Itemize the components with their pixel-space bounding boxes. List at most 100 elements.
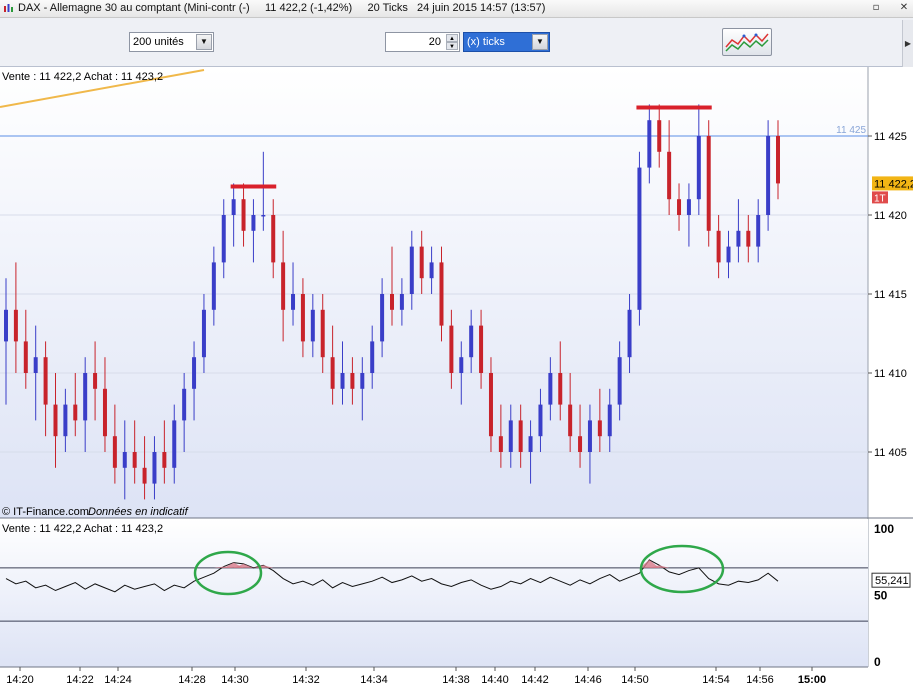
candle-down bbox=[449, 325, 454, 373]
window-title: DAX - Allemagne 30 au comptant (Mini-con… bbox=[18, 2, 546, 14]
candle-up bbox=[182, 388, 187, 421]
tick-mode-select[interactable]: (x) ticks ▼ bbox=[463, 32, 550, 52]
candle-up bbox=[83, 373, 88, 421]
candle-down bbox=[390, 294, 394, 310]
indicator-value: 55,241 bbox=[875, 575, 909, 587]
spin-up-icon[interactable]: ▲ bbox=[446, 34, 458, 42]
chevron-down-icon[interactable]: ▼ bbox=[532, 34, 548, 50]
minimize-icon[interactable]: ▫ bbox=[869, 1, 883, 15]
candle-up bbox=[201, 309, 206, 358]
time-tick-label: 14:46 bbox=[574, 674, 602, 686]
candle-down bbox=[558, 373, 563, 405]
candle-down bbox=[439, 262, 444, 326]
candle-up bbox=[370, 341, 375, 373]
candle-down bbox=[716, 230, 721, 263]
toolbar: 200 unités ▼ 20 ▲ ▼ (x) ticks ▼ ▶ bbox=[0, 18, 913, 68]
timeframe-value: 1T bbox=[874, 193, 886, 204]
candle-down bbox=[300, 294, 305, 342]
price-tick-label: 11 415 bbox=[874, 289, 907, 301]
candle-down bbox=[667, 151, 672, 200]
chart-area[interactable]: 11 425 11 425 11 420 11 415 11 410 11 405 11… bbox=[0, 67, 913, 687]
candle-up bbox=[766, 136, 771, 215]
app-icon bbox=[4, 4, 13, 12]
candle-down bbox=[706, 136, 711, 231]
candle-up bbox=[528, 436, 533, 452]
candle-down bbox=[73, 404, 78, 421]
time-tick-label: 14:38 bbox=[442, 674, 470, 686]
time-tick-label: 14:42 bbox=[521, 674, 549, 686]
candle-down bbox=[488, 373, 493, 437]
reference-price-label: 11 425 bbox=[836, 125, 866, 136]
time-tick-label: 14:40 bbox=[481, 674, 509, 686]
candle-down bbox=[23, 341, 28, 373]
candle-up bbox=[647, 120, 652, 168]
candle-up bbox=[637, 167, 642, 310]
candle-up bbox=[221, 215, 226, 263]
candle-up bbox=[380, 294, 385, 342]
candle-up bbox=[756, 215, 761, 247]
units-select[interactable]: 200 unités ▼ bbox=[129, 32, 214, 52]
last-price-value: 11 422,2 bbox=[874, 178, 913, 190]
spin-down-icon[interactable]: ▼ bbox=[446, 42, 458, 50]
price-panel-header: Vente : 11 422,2 Achat : 11 423,2 bbox=[2, 71, 163, 83]
collapse-arrow-icon[interactable]: ▶ bbox=[902, 20, 913, 68]
tick-count-spinner[interactable]: 20 ▲ ▼ bbox=[385, 32, 460, 52]
credit-text: © IT-Finance.com bbox=[2, 506, 89, 518]
candle-up bbox=[726, 246, 731, 263]
time-tick-label: 14:50 bbox=[621, 674, 649, 686]
candle-up bbox=[409, 246, 414, 294]
candle-down bbox=[13, 309, 18, 342]
candle-up bbox=[192, 357, 197, 389]
close-icon[interactable]: ✕ bbox=[897, 1, 911, 15]
disclaimer-text: Données en indicatif bbox=[88, 506, 189, 518]
candle-up bbox=[291, 294, 296, 310]
chart-style-button[interactable] bbox=[722, 28, 772, 56]
price-tick-label: 11 410 bbox=[874, 368, 907, 380]
candle-down bbox=[677, 199, 682, 215]
candle-down bbox=[330, 357, 335, 389]
time-tick-label: 15:00 bbox=[798, 674, 826, 686]
candle-up bbox=[152, 452, 157, 484]
candle-down bbox=[93, 373, 98, 389]
candle-up bbox=[696, 136, 701, 200]
time-tick-label: 14:24 bbox=[104, 674, 132, 686]
price-panel bbox=[0, 67, 868, 518]
candle-down bbox=[578, 436, 583, 452]
price-tick-label: 11 425 bbox=[874, 131, 907, 143]
chart-type-icon bbox=[725, 33, 769, 52]
candle-down bbox=[657, 120, 662, 152]
time-tick-label: 14:28 bbox=[178, 674, 206, 686]
candle-down bbox=[53, 404, 58, 437]
candle-down bbox=[112, 436, 117, 468]
time-tick-label: 14:32 bbox=[292, 674, 320, 686]
candle-down bbox=[350, 373, 355, 389]
candle-up bbox=[172, 420, 177, 468]
candle-down bbox=[43, 357, 48, 405]
time-tick-label: 14:30 bbox=[221, 674, 249, 686]
indicator-tick-label: 50 bbox=[874, 589, 888, 603]
candle-down bbox=[320, 309, 325, 358]
candle-down bbox=[241, 199, 246, 231]
chevron-down-icon[interactable]: ▼ bbox=[196, 34, 212, 50]
candle-up bbox=[340, 373, 345, 389]
candle-down bbox=[498, 436, 503, 452]
candle-down bbox=[419, 246, 424, 279]
candle-down bbox=[776, 136, 780, 184]
candle-up bbox=[122, 452, 127, 468]
candle-down bbox=[568, 404, 573, 437]
candle-up bbox=[508, 420, 513, 452]
candle-up bbox=[429, 262, 434, 279]
candle-up bbox=[607, 404, 612, 437]
candle-down bbox=[746, 230, 751, 247]
candle-up bbox=[360, 373, 365, 389]
indicator-tick-label: 0 bbox=[874, 655, 881, 669]
candle-up bbox=[33, 357, 38, 373]
time-tick-label: 14:34 bbox=[360, 674, 388, 686]
candle-up bbox=[251, 215, 256, 231]
indicator-tick-label: 100 bbox=[874, 522, 894, 536]
candle-up bbox=[261, 215, 266, 217]
candle-down bbox=[102, 388, 107, 437]
candle-up bbox=[686, 199, 691, 215]
time-tick-label: 14:22 bbox=[66, 674, 94, 686]
candle-up bbox=[627, 309, 632, 358]
